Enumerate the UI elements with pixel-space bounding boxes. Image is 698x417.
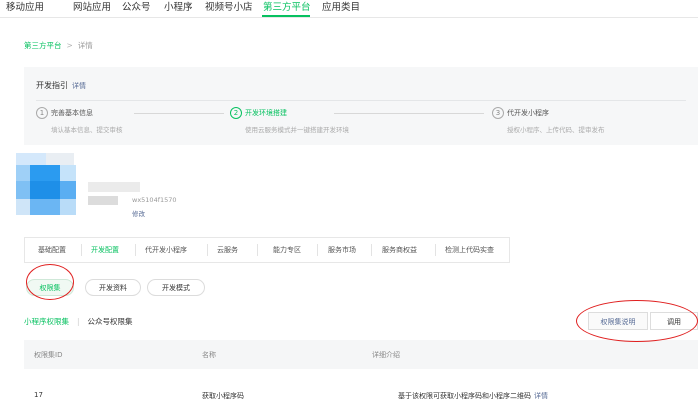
tab-divider [435, 244, 436, 256]
nav-mobile-app[interactable]: 移动应用 [6, 0, 44, 13]
step-name: 开发环境搭建 [245, 109, 287, 117]
cell-permission-name: 获取小程序码 [202, 392, 244, 400]
subtab-separator: | [77, 317, 80, 326]
table-header: 权限集ID 名称 详细介绍 [24, 340, 698, 369]
step-connector [134, 113, 224, 114]
app-subname-blurred [88, 196, 118, 205]
step-desc: 授权小程序、上传代码、提审发布 [507, 126, 605, 134]
cell-permission-desc: 基于该权限可获取小程序码和小程序二维码 详情 [398, 391, 548, 401]
dev-guide-panel: 开发指引 详情 1 完善基本信息 填认基本信息、提交审核 2 开发环境搭建 使用云… [24, 67, 698, 145]
dev-guide-title: 开发指引 详情 [36, 80, 86, 91]
annotation-circle-buttons [576, 300, 698, 342]
breadcrumb: 第三方平台 > 详情 [24, 40, 93, 51]
cell-desc-text: 基于该权限可获取小程序码和小程序二维码 [398, 392, 531, 400]
step-connector [334, 113, 484, 114]
nav-mini-program[interactable]: 小程序 [164, 0, 193, 13]
annotation-circle-permission [26, 264, 74, 300]
main-tabs: 基础配置 开发配置 代开发小程序 云服务 能力专区 服务市场 服务商权益 检测上… [24, 237, 510, 263]
column-header-desc: 详细介绍 [372, 351, 400, 359]
tab-divider [371, 244, 372, 256]
tab-code-inspection[interactable]: 检测上代码实查 [445, 245, 494, 255]
app-name-blurred [88, 182, 140, 192]
breadcrumb-current: 详情 [77, 41, 93, 50]
nav-website-app[interactable]: 网站应用 [73, 0, 111, 13]
step-number: 2 [230, 107, 242, 119]
tab-service-market[interactable]: 服务市场 [328, 245, 356, 255]
breadcrumb-parent-link[interactable]: 第三方平台 [24, 41, 62, 50]
cell-permission-id: 17 [34, 391, 43, 399]
tab-dev-mini-program[interactable]: 代开发小程序 [145, 245, 187, 255]
subtab-official-account-permissions[interactable]: 公众号权限集 [88, 317, 133, 326]
modify-link[interactable]: 修改 [132, 208, 145, 218]
step-number: 3 [492, 107, 504, 119]
dev-guide-detail-link[interactable]: 详情 [72, 82, 86, 90]
step-desc: 使用云服务模式并一键搭建开发环境 [245, 126, 349, 134]
app-avatar-blurred [16, 153, 76, 215]
tab-divider [135, 244, 136, 256]
cell-detail-link[interactable]: 详情 [534, 392, 548, 400]
tab-capability-zone[interactable]: 能力专区 [273, 245, 301, 255]
dev-material-button[interactable]: 开发资料 [85, 279, 141, 296]
dev-guide-divider [36, 100, 686, 101]
dev-mode-button[interactable]: 开发模式 [147, 279, 205, 296]
app-id: wx5104f1570 [132, 196, 177, 204]
tab-basic-config[interactable]: 基础配置 [38, 245, 66, 255]
nav-channels-store[interactable]: 视频号小店 [205, 0, 253, 13]
tab-divider [81, 244, 82, 256]
step-name: 完善基本信息 [51, 109, 93, 117]
step-name: 代开发小程序 [507, 109, 549, 117]
tab-cloud-service[interactable]: 云服务 [217, 245, 238, 255]
nav-app-category[interactable]: 应用类目 [322, 0, 360, 13]
tab-divider [257, 244, 258, 256]
nav-third-party-platform[interactable]: 第三方平台 [263, 0, 311, 13]
subtab-mini-program-permissions[interactable]: 小程序权限集 [24, 317, 69, 326]
column-header-id: 权限集ID [34, 351, 63, 359]
nav-official-account[interactable]: 公众号 [122, 0, 151, 13]
tab-divider [317, 244, 318, 256]
step-desc: 填认基本信息、提交审核 [51, 126, 123, 134]
tab-divider [207, 244, 208, 256]
column-header-name: 名称 [202, 351, 216, 359]
tab-provider-rights[interactable]: 服务商权益 [382, 245, 417, 255]
top-nav: 移动应用 网站应用 公众号 小程序 视频号小店 第三方平台 应用类目 [0, 0, 698, 18]
permission-subtabs: 小程序权限集 | 公众号权限集 [24, 316, 133, 327]
dev-guide-title-text: 开发指引 [36, 81, 68, 90]
step-number: 1 [36, 107, 48, 119]
breadcrumb-separator: > [66, 41, 73, 50]
tab-dev-config[interactable]: 开发配置 [91, 245, 119, 255]
table-row: 17 获取小程序码 基于该权限可获取小程序码和小程序二维码 详情 [24, 369, 698, 417]
active-nav-underline [262, 15, 310, 17]
